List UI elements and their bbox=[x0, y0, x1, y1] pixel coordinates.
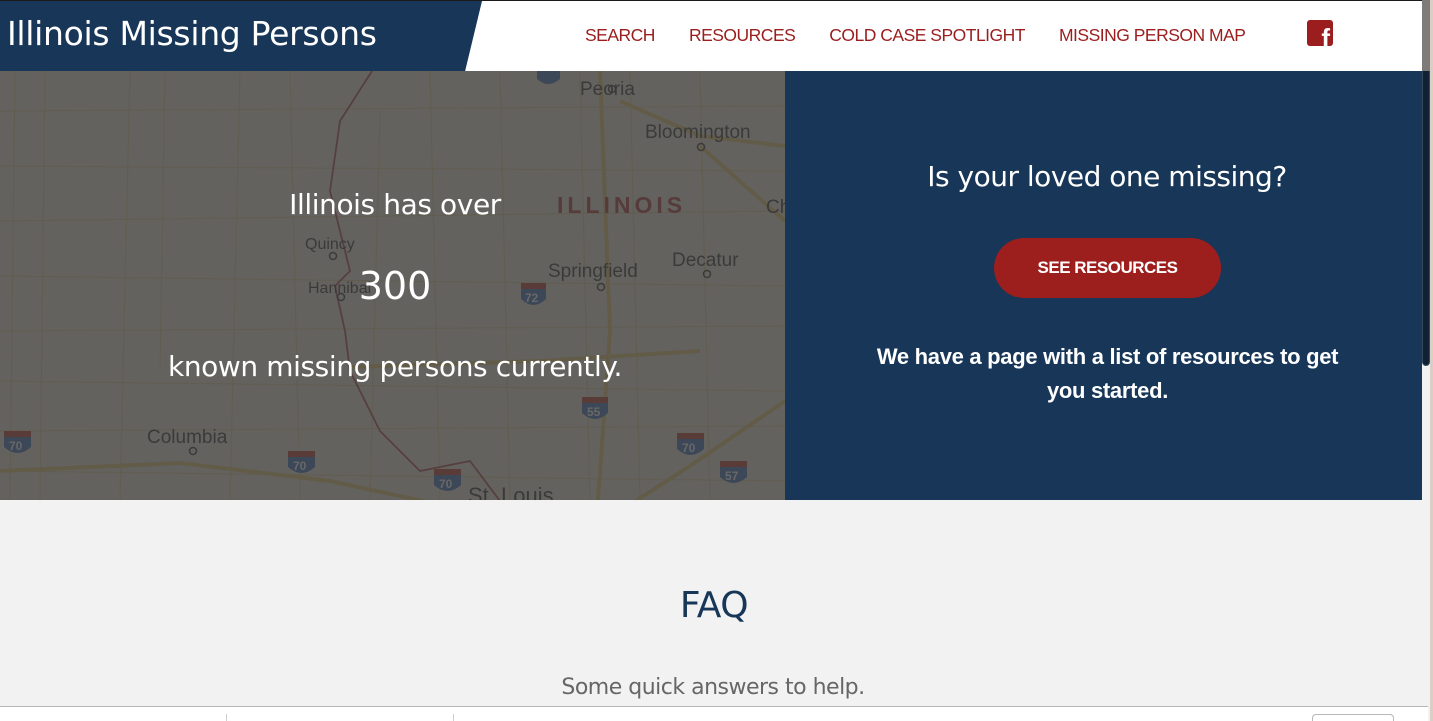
bottom-toolbar-strip bbox=[0, 706, 1428, 721]
scrollbar-thumb[interactable] bbox=[1422, 71, 1430, 366]
map-background: Peoria Bloomington ILLINOIS Ch Quincy Ha… bbox=[0, 71, 785, 500]
stat-prefix: Illinois has over bbox=[289, 188, 501, 221]
cta-description: We have a page with a list of resources … bbox=[876, 344, 1339, 403]
faq-section: FAQ Some quick answers to help. bbox=[0, 500, 1422, 706]
nav-link-cold-case-spotlight[interactable]: COLD CASE SPOTLIGHT bbox=[829, 25, 1025, 46]
main-nav: SEARCH RESOURCES COLD CASE SPOTLIGHT MIS… bbox=[585, 25, 1279, 46]
facebook-glyph: f bbox=[1321, 23, 1330, 46]
nav-link-missing-person-map[interactable]: MISSING PERSON MAP bbox=[1059, 25, 1246, 46]
resources-cta-panel: Is your loved one missing? SEE RESOURCES… bbox=[785, 71, 1422, 500]
site-header: Illinois Missing Persons SEARCH RESOURCE… bbox=[0, 0, 1422, 71]
scrollbar-track[interactable] bbox=[1422, 0, 1430, 71]
missing-count: 300 bbox=[358, 264, 432, 308]
faq-subtitle: Some quick answers to help. bbox=[561, 675, 865, 700]
facebook-icon[interactable]: f bbox=[1307, 20, 1333, 46]
nav-link-search[interactable]: SEARCH bbox=[585, 25, 655, 46]
brand-banner[interactable]: Illinois Missing Persons bbox=[0, 1, 482, 71]
nav-link-resources[interactable]: RESOURCES bbox=[689, 25, 796, 46]
faq-title: FAQ bbox=[679, 585, 749, 626]
toolbar-divider bbox=[453, 714, 454, 721]
toolbar-divider bbox=[226, 714, 227, 721]
page-scrollbar[interactable] bbox=[1422, 0, 1433, 721]
site-title[interactable]: Illinois Missing Persons bbox=[7, 14, 377, 53]
cta-heading: Is your loved one missing? bbox=[927, 160, 1287, 193]
stat-suffix: known missing persons currently. bbox=[168, 350, 622, 383]
toolbar-button[interactable] bbox=[1312, 714, 1394, 721]
hero-section: Peoria Bloomington ILLINOIS Ch Quincy Ha… bbox=[0, 71, 1422, 500]
see-resources-button[interactable]: SEE RESOURCES bbox=[994, 238, 1221, 298]
